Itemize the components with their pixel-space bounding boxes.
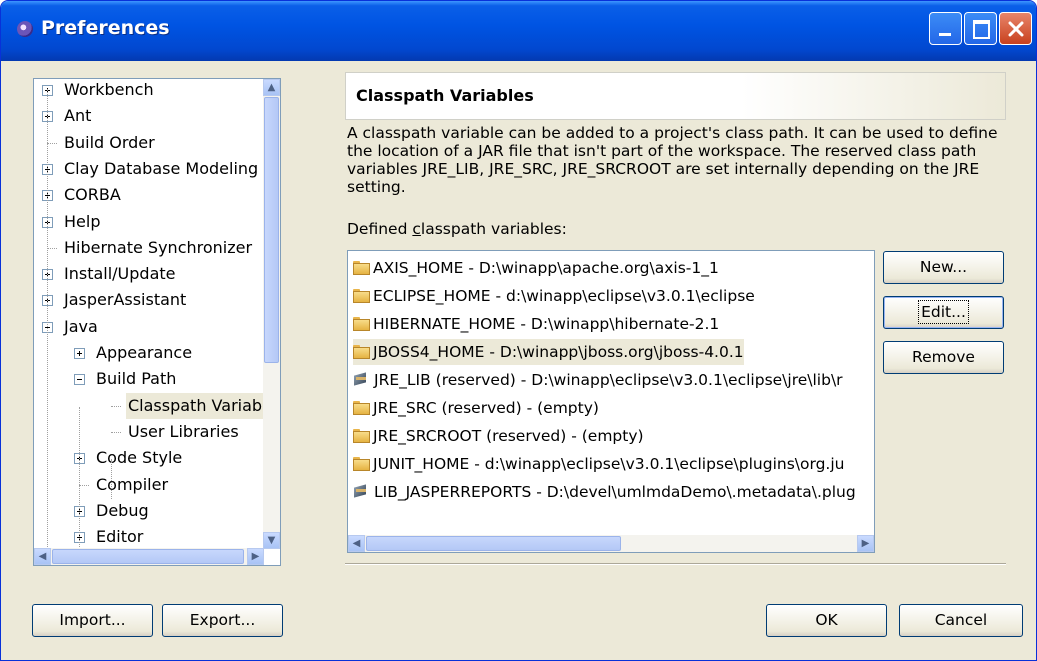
- scroll-down-arrow-icon[interactable]: ▼: [263, 532, 280, 549]
- variable-text: JRE_SRCROOT (reserved) - (empty): [373, 427, 644, 445]
- tree-vertical-scrollbar[interactable]: ▲ ▼: [263, 79, 280, 549]
- tree-connector: [47, 247, 57, 249]
- ok-button-label: OK: [815, 611, 838, 629]
- tree-item-label: Clay Database Modeling: [64, 158, 259, 178]
- variable-text: JBOSS4_HOME - D:\winapp\jboss.org\jboss-…: [373, 343, 744, 361]
- preferences-window: Preferences Workbench Ant Build Order Clay …: [0, 0, 1037, 661]
- scroll-up-arrow-icon[interactable]: ▲: [263, 79, 280, 96]
- page-header: Classpath Variables: [345, 72, 1006, 120]
- variable-text: JUNIT_HOME - d:\winapp\eclipse\v3.0.1\ec…: [373, 455, 845, 473]
- variable-text: LIB_JASPERREPORTS - D:\devel\umlmdaDemo\…: [374, 483, 856, 501]
- list-horizontal-scrollbar[interactable]: ◀ ▶: [348, 535, 874, 552]
- defined-label-suffix: lasspath variables:: [420, 220, 567, 238]
- tree-horizontal-scroll-thumb[interactable]: [52, 549, 244, 564]
- tree-item-label: Ant: [64, 106, 92, 126]
- minimize-button[interactable]: [929, 12, 962, 45]
- tree-item-label: Build Path: [96, 369, 177, 389]
- variable-list-item[interactable]: HIBERNATE_HOME - D:\winapp\hibernate-2.1: [353, 311, 719, 337]
- tree-item-label: Hibernate Synchronizer: [64, 237, 253, 257]
- ok-button[interactable]: OK: [766, 604, 887, 637]
- classpath-variables-list[interactable]: AXIS_HOME - D:\winapp\apache.org\axis-1_…: [347, 250, 875, 553]
- folder-icon: [353, 289, 370, 303]
- defined-variables-label: Defined classpath variables:: [347, 220, 567, 238]
- jar-icon: [353, 372, 370, 387]
- variable-list-item[interactable]: LIB_JASPERREPORTS - D:\devel\umlmdaDemo\…: [353, 479, 856, 505]
- tree-item-label: Build Order: [64, 132, 155, 152]
- tree-connector: [47, 89, 48, 549]
- tree-item-label: Appearance: [96, 343, 193, 362]
- variable-text: HIBERNATE_HOME - D:\winapp\hibernate-2.1: [373, 315, 720, 333]
- maximize-button[interactable]: [964, 12, 997, 45]
- tree-item-label: CORBA: [64, 185, 121, 205]
- variable-list-item[interactable]: JRE_SRC (reserved) - (empty): [353, 395, 599, 421]
- defined-label-mnemonic: c: [412, 220, 421, 238]
- folder-icon: [353, 429, 370, 443]
- separator: [345, 563, 1006, 565]
- edit-button[interactable]: Edit...: [883, 296, 1004, 329]
- jar-icon: [353, 484, 370, 499]
- tree-connector: [111, 431, 121, 433]
- eclipse-app-icon: [17, 21, 33, 37]
- variable-list-item[interactable]: AXIS_HOME - D:\winapp\apache.org\axis-1_…: [353, 255, 719, 281]
- tree-item-label: JasperAssistant: [64, 290, 187, 310]
- new-button-label: New...: [919, 258, 968, 276]
- close-icon: [1008, 21, 1024, 37]
- export-button[interactable]: Export...: [162, 604, 283, 637]
- tree-connector: [111, 405, 121, 407]
- remove-button[interactable]: Remove: [883, 341, 1004, 374]
- list-horizontal-scroll-thumb[interactable]: [366, 536, 621, 551]
- cancel-button[interactable]: Cancel: [899, 604, 1023, 637]
- export-button-label: Export...: [189, 611, 256, 629]
- tree-item-label: Classpath Variables: [126, 392, 280, 419]
- scroll-left-arrow-icon[interactable]: ◀: [34, 548, 51, 565]
- title-bar[interactable]: Preferences: [1, 1, 1036, 61]
- collapse-minus-icon[interactable]: [74, 374, 85, 386]
- tree-connector: [79, 407, 80, 547]
- variable-text: ECLIPSE_HOME - d:\winapp\eclipse\v3.0.1\…: [373, 287, 755, 305]
- defined-label-prefix: Defined: [347, 220, 413, 238]
- variable-list-item[interactable]: JRE_SRCROOT (reserved) - (empty): [353, 423, 644, 449]
- folder-icon: [353, 401, 370, 415]
- variable-list-item[interactable]: JRE_LIB (reserved) - D:\winapp\eclipse\v…: [353, 367, 843, 393]
- folder-icon: [353, 345, 370, 359]
- variable-list-item[interactable]: JUNIT_HOME - d:\winapp\eclipse\v3.0.1\ec…: [353, 451, 845, 477]
- page-title: Classpath Variables: [356, 86, 534, 105]
- variable-text: JRE_LIB (reserved) - D:\winapp\eclipse\v…: [374, 371, 843, 389]
- tree-item-label: Compiler: [96, 474, 169, 494]
- tree-item-label: Help: [64, 211, 101, 231]
- variable-text: JRE_SRC (reserved) - (empty): [373, 399, 599, 417]
- tree-connector: [111, 459, 112, 499]
- close-button[interactable]: [999, 12, 1032, 45]
- remove-button-label: Remove: [912, 348, 975, 366]
- tree-horizontal-scrollbar[interactable]: ◀ ▶: [34, 548, 264, 565]
- folder-icon: [353, 317, 370, 331]
- scroll-right-arrow-icon[interactable]: ▶: [857, 535, 874, 552]
- tree-item-label: Debug: [96, 500, 149, 520]
- tree-item-label: Workbench: [64, 80, 154, 99]
- cancel-button-label: Cancel: [934, 611, 988, 629]
- tree-connector: [47, 142, 57, 144]
- folder-icon: [353, 261, 370, 275]
- tree-item-label: Editor: [96, 527, 144, 547]
- window-title: Preferences: [41, 17, 170, 39]
- tree-item-label: User Libraries: [128, 421, 239, 441]
- tree-item-label: Install/Update: [64, 264, 176, 284]
- expand-plus-icon[interactable]: [74, 348, 85, 359]
- tree-item-label: Code Style: [96, 448, 183, 468]
- variable-text: AXIS_HOME - D:\winapp\apache.org\axis-1_…: [373, 259, 719, 277]
- scroll-right-arrow-icon[interactable]: ▶: [247, 548, 264, 565]
- tree-connector: [79, 484, 89, 486]
- import-button[interactable]: Import...: [32, 604, 153, 637]
- new-button[interactable]: New...: [883, 251, 1004, 284]
- preferences-tree[interactable]: Workbench Ant Build Order Clay Database Mod…: [33, 78, 281, 566]
- variable-list-item[interactable]: ECLIPSE_HOME - d:\winapp\eclipse\v3.0.1\…: [353, 283, 755, 309]
- import-button-label: Import...: [59, 611, 126, 629]
- edit-button-label: Edit...: [918, 300, 969, 324]
- tree-item-label: Java: [64, 316, 98, 336]
- page-description: A classpath variable can be added to a p…: [347, 124, 998, 196]
- folder-icon: [353, 457, 370, 471]
- scroll-left-arrow-icon[interactable]: ◀: [348, 535, 365, 552]
- variable-list-item[interactable]: JBOSS4_HOME - D:\winapp\jboss.org\jboss-…: [353, 339, 744, 365]
- tree-vertical-scroll-thumb[interactable]: [264, 97, 279, 363]
